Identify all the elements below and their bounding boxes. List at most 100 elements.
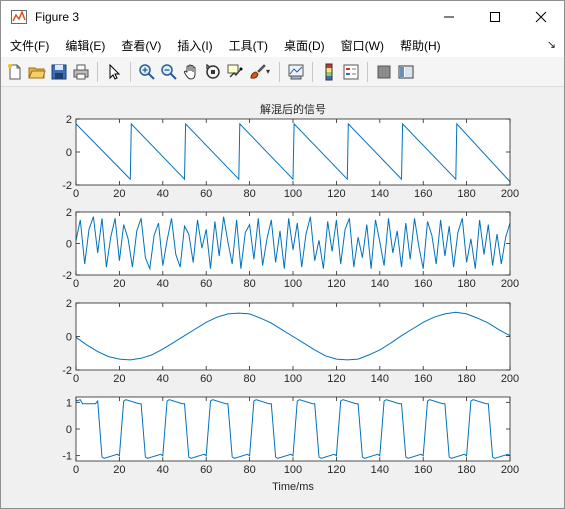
x-tick-label: 100: [284, 464, 302, 476]
x-tick-label: 60: [200, 464, 212, 476]
x-tick-label: 140: [371, 373, 389, 385]
legend-icon: [343, 64, 359, 79]
plots-svg: 解混后的信号 Time/ms 0 20 40 60 80 100 120 140 160 180 2…: [62, 102, 519, 493]
link-plot-icon: [288, 64, 304, 79]
close-button[interactable]: [518, 1, 564, 33]
new-figure-button[interactable]: [5, 62, 25, 82]
menu-tools[interactable]: 工具(T): [224, 37, 274, 54]
toolbar-separator: [97, 61, 98, 82]
hide-plot-tools-icon: [377, 65, 391, 78]
y-tick-label: 2: [66, 298, 72, 310]
window-controls: [426, 1, 564, 33]
x-tick-label: 80: [243, 188, 255, 200]
brush-dropdown-icon[interactable]: ▾: [266, 67, 270, 76]
toolbar-separator: [130, 61, 131, 82]
toolbar-separator: [312, 61, 314, 82]
x-tick-label: 20: [113, 278, 125, 290]
x-tick-label: 20: [113, 373, 125, 385]
print-button[interactable]: [71, 62, 91, 82]
y-tick-label: -1: [62, 451, 72, 463]
toolbar-separator: [279, 61, 281, 82]
x-tick-label: 40: [157, 464, 169, 476]
x-tick-label: 100: [284, 278, 302, 290]
title-bar[interactable]: Figure 3: [1, 1, 564, 33]
x-tick-label: 200: [501, 464, 519, 476]
show-plot-tools-icon: [398, 65, 414, 78]
rotate-3d-icon: [206, 63, 220, 79]
x-tick-label: 40: [157, 188, 169, 200]
figure-title: 解混后的信号: [260, 102, 326, 116]
x-tick-label: 60: [200, 373, 212, 385]
x-tick-label: 180: [457, 278, 475, 290]
figure-window: Figure 3 文件(F) 编辑(E) 查看(V) 插入(I) 工具(T) 桌…: [0, 0, 565, 509]
x-tick-label: 60: [200, 278, 212, 290]
insert-legend-button[interactable]: [341, 62, 361, 82]
x-tick-label: 40: [157, 373, 169, 385]
menu-desktop[interactable]: 桌面(D): [279, 37, 331, 54]
window-title: Figure 3: [35, 10, 80, 24]
subplot-2: 0 20 40 60 80 100 120 140 160 180 200-202: [62, 207, 519, 290]
save-button[interactable]: [49, 62, 69, 82]
x-tick-label: 20: [113, 464, 125, 476]
x-tick-label: 80: [243, 464, 255, 476]
x-tick-label: 200: [501, 278, 519, 290]
menu-view[interactable]: 查看(V): [116, 37, 167, 54]
open-file-icon: [28, 67, 46, 78]
hide-plot-tools-button[interactable]: [374, 62, 394, 82]
x-tick-label: 140: [371, 278, 389, 290]
zoom-in-icon: [139, 63, 155, 80]
x-tick-label: 20: [113, 188, 125, 200]
x-tick-label: 140: [371, 464, 389, 476]
x-tick-label: 120: [327, 464, 345, 476]
menu-edit[interactable]: 编辑(E): [60, 37, 111, 54]
y-tick-label: 2: [66, 114, 72, 126]
new-figure-icon: [8, 63, 21, 79]
menu-file[interactable]: 文件(F): [5, 37, 55, 54]
show-plot-tools-button[interactable]: [396, 62, 416, 82]
save-icon: [51, 64, 67, 79]
subplot-3: 0 20 40 60 80 100 120 140 160 180 200-202: [62, 298, 519, 385]
zoom-out-icon: [161, 63, 177, 80]
maximize-button[interactable]: [472, 1, 518, 33]
menu-help[interactable]: 帮助(H): [395, 37, 447, 54]
x-tick-label: 40: [157, 278, 169, 290]
select-arrow-button[interactable]: [104, 62, 124, 82]
minimize-button[interactable]: [426, 1, 472, 33]
y-tick-label: 0: [66, 424, 72, 436]
insert-colorbar-button[interactable]: [319, 62, 339, 82]
x-tick-label: 80: [243, 278, 255, 290]
x-tick-label: 0: [73, 278, 79, 290]
y-tick-label: 0: [66, 332, 72, 344]
data-cursor-button[interactable]: [225, 62, 245, 82]
brush-icon: [250, 63, 266, 79]
x-tick-label: 180: [457, 188, 475, 200]
menu-bar: 文件(F) 编辑(E) 查看(V) 插入(I) 工具(T) 桌面(D) 窗口(W…: [1, 33, 564, 57]
x-tick-label: 0: [73, 373, 79, 385]
matlab-figure-icon: [11, 9, 27, 24]
rotate-3d-button[interactable]: [203, 62, 223, 82]
x-tick-label: 200: [501, 373, 519, 385]
menu-window[interactable]: 窗口(W): [336, 37, 390, 54]
x-tick-label: 100: [284, 188, 302, 200]
menu-insert[interactable]: 插入(I): [172, 37, 218, 54]
y-tick-label: 1: [66, 397, 72, 409]
x-axis-label: Time/ms: [272, 481, 314, 493]
figure-toolbar: ▾: [1, 57, 564, 87]
x-tick-label: 140: [371, 188, 389, 200]
toolbar-separator: [367, 61, 369, 82]
zoom-out-button[interactable]: [159, 62, 179, 82]
zoom-in-button[interactable]: [137, 62, 157, 82]
minimize-icon: [444, 16, 454, 18]
x-tick-label: 0: [73, 464, 79, 476]
brush-button[interactable]: [247, 62, 267, 82]
subplot-1: 0 20 40 60 80 100 120 140 160 180 200-202: [62, 114, 519, 200]
print-icon: [73, 64, 89, 79]
open-file-button[interactable]: [27, 62, 47, 82]
link-plot-button[interactable]: [286, 62, 306, 82]
pan-button[interactable]: [181, 62, 201, 82]
dock-arrow-icon[interactable]: ↘: [547, 38, 556, 51]
y-tick-label: 0: [66, 147, 72, 159]
x-tick-label: 180: [457, 373, 475, 385]
x-tick-label: 160: [414, 278, 432, 290]
x-tick-label: 160: [414, 373, 432, 385]
